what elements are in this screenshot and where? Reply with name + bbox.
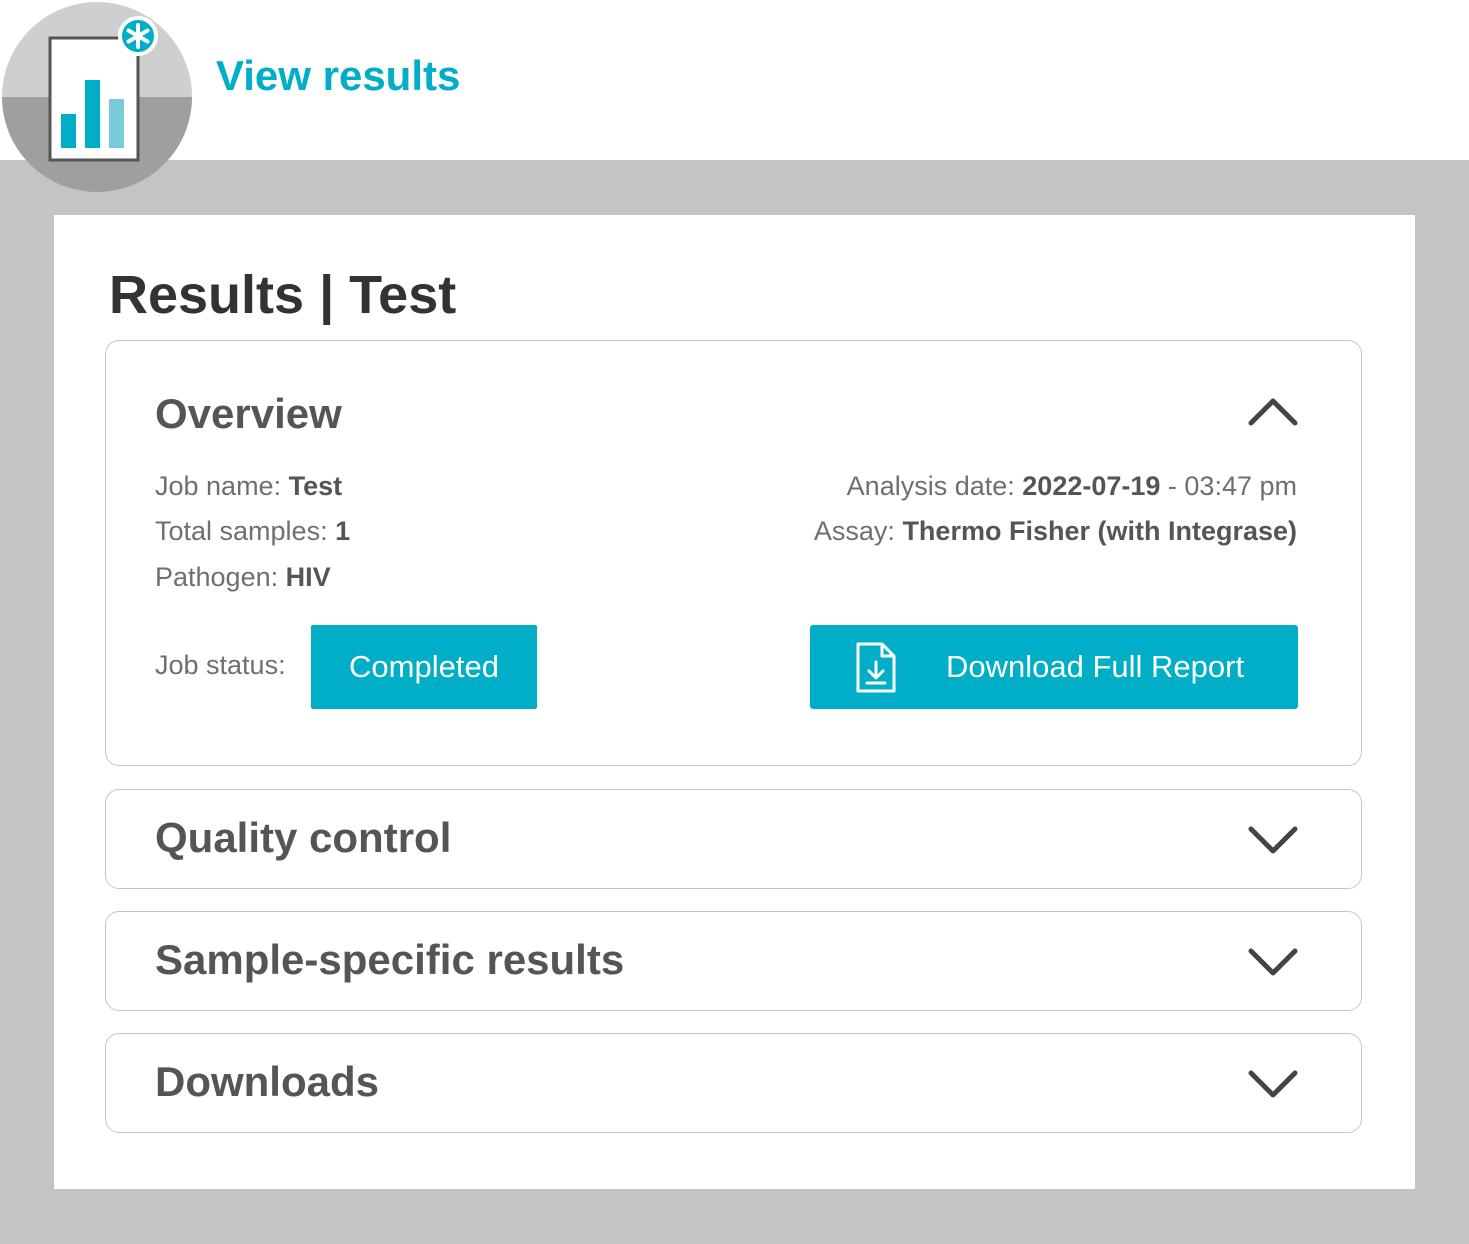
downloads-panel[interactable]: Downloads	[105, 1033, 1362, 1133]
download-full-report-button[interactable]: Download Full Report	[810, 625, 1298, 709]
quality-control-panel[interactable]: Quality control	[105, 789, 1362, 889]
job-name-line: Job name: Test	[155, 469, 342, 503]
status-badge: Completed	[311, 625, 537, 709]
job-name-label: Job name:	[155, 471, 282, 501]
assay-value: Thermo Fisher (with Integrase)	[902, 516, 1297, 546]
file-download-icon	[854, 642, 898, 697]
chevron-down-icon[interactable]	[1245, 941, 1301, 981]
job-name-value: Test	[288, 471, 343, 501]
chevron-up-icon[interactable]	[1245, 391, 1301, 431]
total-samples-value: 1	[335, 516, 351, 546]
pathogen-value: HIV	[285, 562, 331, 592]
job-status-label: Job status:	[155, 650, 286, 680]
total-samples-line: Total samples: 1	[155, 514, 350, 548]
results-report-icon	[2, 2, 192, 192]
total-samples-label: Total samples:	[155, 516, 328, 546]
assay-line: Assay: Thermo Fisher (with Integrase)	[814, 514, 1297, 548]
results-card: Results | Test Overview Job name: Test T…	[54, 215, 1415, 1189]
downloads-title[interactable]: Downloads	[155, 1057, 379, 1107]
overview-panel: Overview Job name: Test Total samples: 1…	[105, 340, 1362, 766]
pathogen-line: Pathogen: HIV	[155, 560, 331, 594]
analysis-time-value: - 03:47 pm	[1167, 471, 1297, 501]
pathogen-label: Pathogen:	[155, 562, 279, 592]
chevron-down-icon[interactable]	[1245, 819, 1301, 859]
analysis-date-label: Analysis date:	[846, 471, 1015, 501]
sample-specific-results-title[interactable]: Sample-specific results	[155, 935, 624, 985]
quality-control-title[interactable]: Quality control	[155, 813, 451, 863]
page-title: Results | Test	[109, 265, 457, 325]
download-button-label: Download Full Report	[946, 649, 1245, 684]
analysis-date-line: Analysis date: 2022-07-19 - 03:47 pm	[847, 469, 1297, 503]
analysis-date-value: 2022-07-19	[1022, 471, 1161, 501]
chevron-down-icon[interactable]	[1245, 1063, 1301, 1103]
overview-title[interactable]: Overview	[155, 389, 342, 439]
sample-specific-results-panel[interactable]: Sample-specific results	[105, 911, 1362, 1011]
header-title: View results	[216, 52, 461, 99]
assay-label: Assay:	[813, 516, 895, 546]
